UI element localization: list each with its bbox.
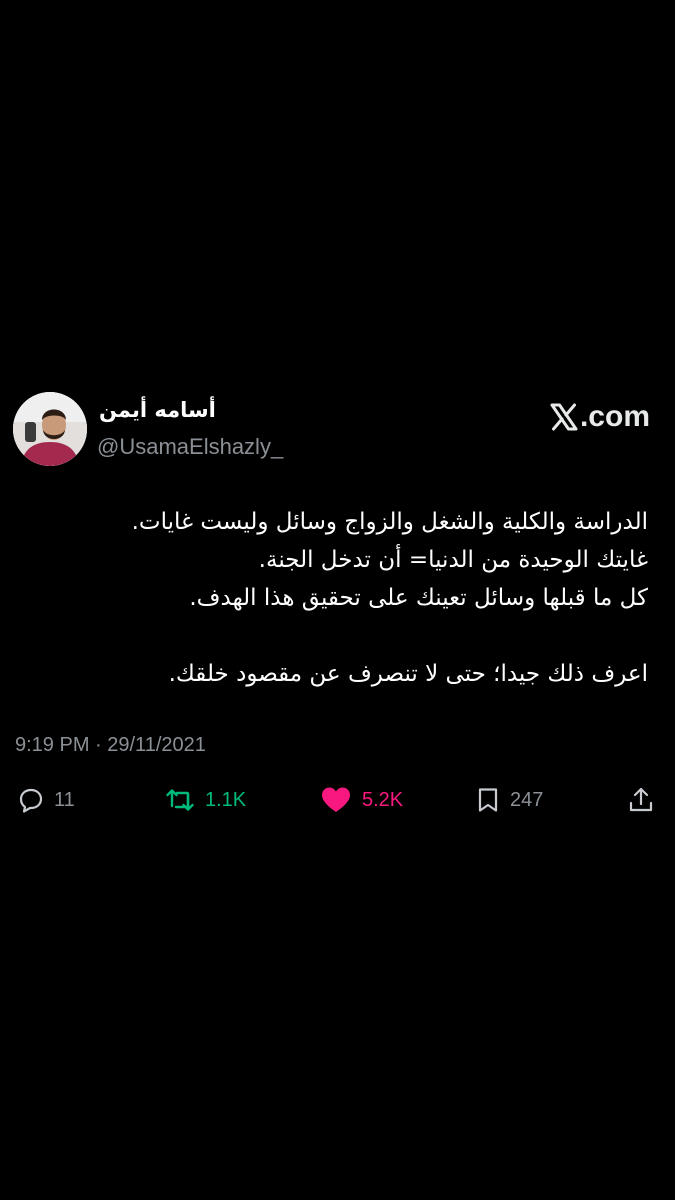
- x-logo-icon: [550, 403, 578, 431]
- brand-logo: .com: [550, 399, 650, 435]
- avatar-image: [13, 392, 87, 466]
- tweet-timestamp[interactable]: 9:19 PM · 29/11/2021: [15, 734, 206, 757]
- reply-icon: [19, 788, 43, 813]
- tweet-text-line: كل ما قبلها وسائل تعينك على تحقيق هذا ال…: [189, 585, 648, 611]
- retweet-icon: [166, 789, 194, 811]
- display-name[interactable]: أسامه أيمن: [99, 398, 216, 422]
- reply-count: 11: [54, 788, 75, 811]
- user-handle[interactable]: @UsamaElshazly_: [97, 434, 283, 460]
- like-button[interactable]: 5.2K: [320, 780, 403, 820]
- share-button[interactable]: [627, 780, 655, 820]
- brand-domain: .com: [579, 400, 650, 433]
- bookmark-button[interactable]: 247: [476, 780, 543, 820]
- tweet-card: أسامه أيمن @UsamaElshazly_ .com الدراسة …: [0, 0, 675, 1200]
- bookmark-icon: [478, 788, 498, 812]
- tweet-text-line: الدراسة والكلية والشغل والزواج وسائل ولي…: [131, 509, 648, 535]
- reply-button[interactable]: 11: [18, 780, 75, 820]
- tweet-text-line: اعرف ذلك جيدا؛ حتى لا تنصرف عن مقصود خلق…: [168, 661, 648, 687]
- retweet-button[interactable]: 1.1K: [165, 780, 246, 820]
- tweet-text: الدراسة والكلية والشغل والزواج وسائل ولي…: [18, 503, 648, 693]
- heart-icon: [322, 787, 350, 812]
- like-count: 5.2K: [362, 788, 404, 811]
- tweet-text-line: غايتك الوحيدة من الدنيا= أن تدخل الجنة.: [258, 547, 648, 573]
- bookmark-count: 247: [510, 788, 544, 811]
- share-icon: [629, 787, 653, 812]
- avatar[interactable]: [13, 392, 87, 466]
- action-bar: 11 1.1K 5.2K 247: [0, 780, 675, 820]
- retweet-count: 1.1K: [205, 788, 247, 811]
- tweet-text-blank-line: [18, 617, 648, 655]
